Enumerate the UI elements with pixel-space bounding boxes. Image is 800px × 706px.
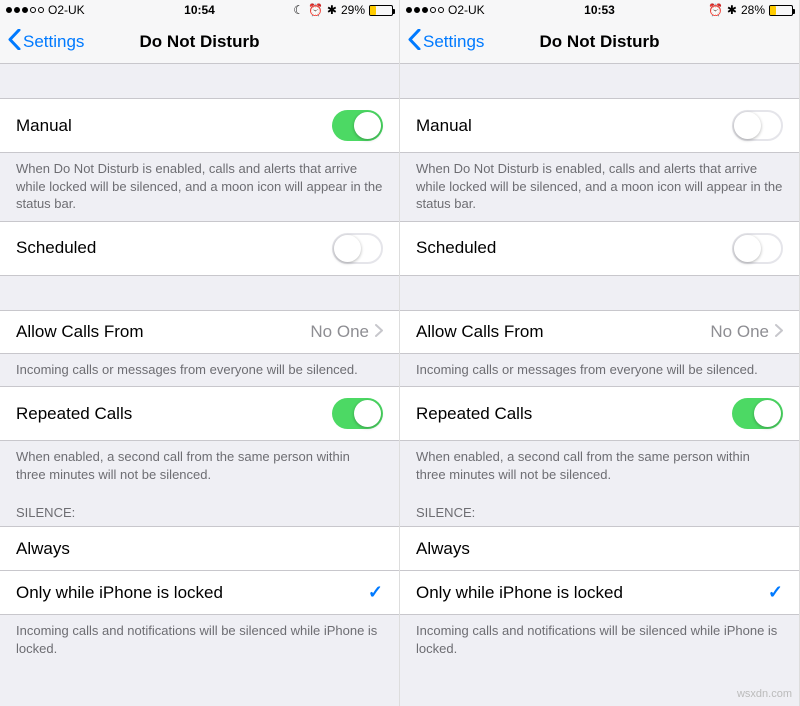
- manual-footer: When Do Not Disturb is enabled, calls an…: [0, 153, 399, 221]
- clock-label: 10:53: [584, 3, 615, 17]
- signal-strength-icon: [6, 7, 44, 13]
- scheduled-toggle[interactable]: [732, 233, 783, 264]
- chevron-left-icon: [8, 29, 21, 55]
- allow-calls-value: No One: [310, 322, 369, 342]
- back-button[interactable]: Settings: [408, 29, 484, 55]
- scheduled-row: Scheduled: [400, 221, 799, 276]
- manual-toggle[interactable]: [332, 110, 383, 141]
- bluetooth-icon: ✱: [727, 3, 737, 17]
- silence-locked-label: Only while iPhone is locked: [16, 583, 368, 603]
- right-screenshot: O2-UK 10:53 ⏰ ✱ 28% Settings Do Not Dist…: [400, 0, 800, 706]
- silence-locked-row[interactable]: Only while iPhone is locked ✓: [0, 570, 399, 615]
- repeated-calls-footer: When enabled, a second call from the sam…: [0, 441, 399, 491]
- back-button[interactable]: Settings: [8, 29, 84, 55]
- allow-calls-row[interactable]: Allow Calls From No One: [400, 310, 799, 354]
- manual-label: Manual: [416, 116, 732, 136]
- scheduled-row: Scheduled: [0, 221, 399, 276]
- carrier-label: O2-UK: [48, 3, 85, 17]
- battery-icon: [369, 5, 393, 16]
- repeated-calls-footer: When enabled, a second call from the sam…: [400, 441, 799, 491]
- carrier-label: O2-UK: [448, 3, 485, 17]
- nav-bar: Settings Do Not Disturb: [0, 20, 399, 64]
- silence-always-row[interactable]: Always: [400, 526, 799, 570]
- moon-icon: ☾: [293, 3, 304, 17]
- back-label: Settings: [23, 32, 84, 52]
- repeated-calls-toggle[interactable]: [332, 398, 383, 429]
- manual-toggle[interactable]: [732, 110, 783, 141]
- checkmark-icon: ✓: [368, 582, 383, 603]
- repeated-calls-row: Repeated Calls: [400, 386, 799, 441]
- left-screenshot: O2-UK 10:54 ☾ ⏰ ✱ 29% Settings Do Not Di…: [0, 0, 400, 706]
- silence-footer: Incoming calls and notifications will be…: [400, 615, 799, 665]
- silence-always-row[interactable]: Always: [0, 526, 399, 570]
- watermark: wsxdn.com: [737, 688, 792, 700]
- alarm-icon: ⏰: [308, 3, 323, 17]
- checkmark-icon: ✓: [768, 582, 783, 603]
- silence-always-label: Always: [16, 539, 383, 559]
- manual-label: Manual: [16, 116, 332, 136]
- manual-footer: When Do Not Disturb is enabled, calls an…: [400, 153, 799, 221]
- bluetooth-icon: ✱: [327, 3, 337, 17]
- allow-calls-footer: Incoming calls or messages from everyone…: [0, 354, 399, 387]
- signal-strength-icon: [406, 7, 444, 13]
- silence-header: SILENCE:: [400, 491, 799, 526]
- chevron-left-icon: [408, 29, 421, 55]
- clock-label: 10:54: [184, 3, 215, 17]
- repeated-calls-row: Repeated Calls: [0, 386, 399, 441]
- manual-row: Manual: [400, 98, 799, 153]
- silence-footer: Incoming calls and notifications will be…: [0, 615, 399, 665]
- silence-locked-row[interactable]: Only while iPhone is locked ✓: [400, 570, 799, 615]
- allow-calls-label: Allow Calls From: [416, 322, 710, 342]
- battery-percent-label: 29%: [341, 3, 365, 17]
- battery-icon: [769, 5, 793, 16]
- repeated-calls-label: Repeated Calls: [416, 404, 732, 424]
- repeated-calls-toggle[interactable]: [732, 398, 783, 429]
- status-bar: O2-UK 10:53 ⏰ ✱ 28%: [400, 0, 799, 20]
- alarm-icon: ⏰: [708, 3, 723, 17]
- repeated-calls-label: Repeated Calls: [16, 404, 332, 424]
- back-label: Settings: [423, 32, 484, 52]
- manual-row: Manual: [0, 98, 399, 153]
- nav-bar: Settings Do Not Disturb: [400, 20, 799, 64]
- scheduled-label: Scheduled: [16, 238, 332, 258]
- chevron-right-icon: [375, 322, 383, 342]
- battery-percent-label: 28%: [741, 3, 765, 17]
- allow-calls-label: Allow Calls From: [16, 322, 310, 342]
- scheduled-toggle[interactable]: [332, 233, 383, 264]
- silence-always-label: Always: [416, 539, 783, 559]
- silence-locked-label: Only while iPhone is locked: [416, 583, 768, 603]
- allow-calls-value: No One: [710, 322, 769, 342]
- scheduled-label: Scheduled: [416, 238, 732, 258]
- allow-calls-row[interactable]: Allow Calls From No One: [0, 310, 399, 354]
- silence-header: SILENCE:: [0, 491, 399, 526]
- allow-calls-footer: Incoming calls or messages from everyone…: [400, 354, 799, 387]
- status-bar: O2-UK 10:54 ☾ ⏰ ✱ 29%: [0, 0, 399, 20]
- chevron-right-icon: [775, 322, 783, 342]
